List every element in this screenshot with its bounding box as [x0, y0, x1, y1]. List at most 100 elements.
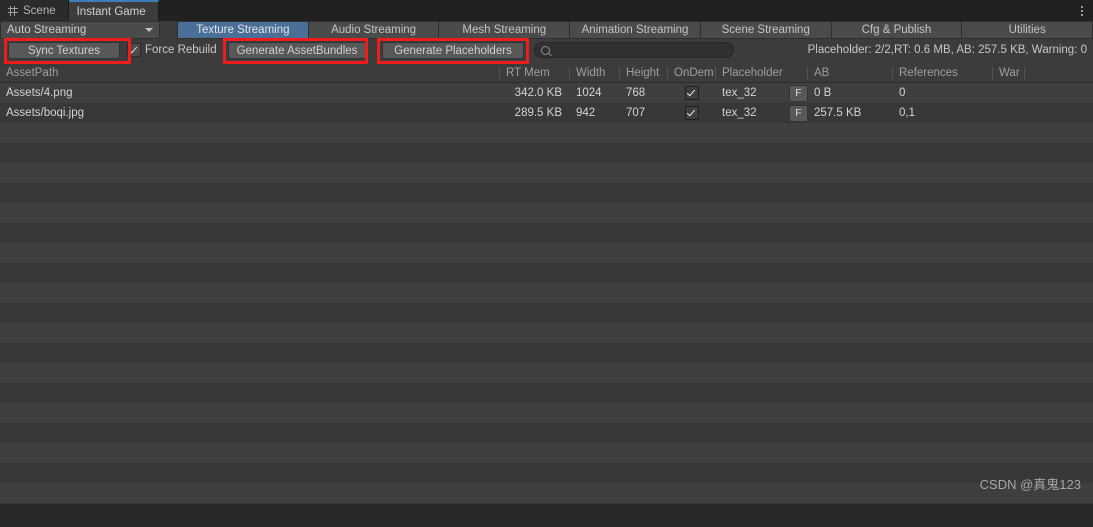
column-header-assetpath[interactable]: AssetPath — [0, 66, 500, 80]
tab-scene-streaming-label: Scene Streaming — [721, 24, 810, 36]
table-row-empty[interactable] — [0, 343, 1093, 363]
table-header-row: AssetPath RT Mem Width Height OnDem Plac… — [0, 64, 1093, 83]
toolbar-row-top: Auto Streaming Texture Streaming Audio S… — [0, 21, 1093, 39]
window-tab-instant-game-label: Instant Game — [76, 5, 146, 18]
table-row-empty[interactable] — [0, 203, 1093, 223]
watermark: CSDN @真鬼123 — [979, 477, 1081, 492]
search-icon — [541, 45, 550, 55]
column-header-height[interactable]: Height — [620, 66, 668, 80]
cell-placeholder-text: tex_32 — [722, 107, 757, 119]
unity-instant-game-window: Scene Instant Game Auto Streaming Textur… — [0, 0, 1093, 527]
auto-streaming-dropdown-value: Auto Streaming — [7, 24, 87, 36]
cell-ab: 257.5 KB — [814, 107, 862, 119]
table-row-empty[interactable] — [0, 223, 1093, 243]
column-header-warning[interactable]: War — [993, 66, 1025, 80]
cell-ab: 0 B — [814, 87, 832, 99]
ondemand-checkbox-icon[interactable] — [685, 86, 699, 100]
table-empty-rows — [0, 123, 1093, 504]
cell-width: 942 — [576, 107, 596, 119]
module-tab-strip: Texture Streaming Audio Streaming Mesh S… — [177, 21, 1093, 39]
tab-mesh-streaming-label: Mesh Streaming — [462, 24, 547, 36]
table-row-empty[interactable] — [0, 263, 1093, 283]
column-header-references[interactable]: References — [893, 66, 993, 80]
table-row-empty[interactable] — [0, 163, 1093, 183]
table-row-empty[interactable] — [0, 183, 1093, 203]
tab-cfg-and-publish[interactable]: Cfg & Publish — [831, 21, 963, 39]
table-row-empty[interactable] — [0, 243, 1093, 263]
window-tab-instant-game[interactable]: Instant Game — [68, 0, 159, 21]
column-header-ondemand[interactable]: OnDem — [668, 66, 716, 80]
table-row-empty[interactable] — [0, 123, 1093, 143]
column-header-placeholder[interactable]: Placeholder — [716, 66, 808, 80]
search-box[interactable] — [534, 42, 734, 58]
column-header-width[interactable]: Width — [570, 66, 620, 80]
sync-textures-button[interactable]: Sync Textures — [8, 42, 120, 59]
ondemand-checkbox-icon[interactable] — [685, 106, 699, 120]
window-tab-scene[interactable]: Scene — [0, 0, 69, 21]
table-row-empty[interactable] — [0, 443, 1093, 463]
table-row[interactable]: Assets/4.png 342.0 KB 1024 768 tex_32 F … — [0, 83, 1093, 103]
cell-ondemand[interactable] — [668, 83, 716, 103]
cell-placeholder: tex_32 F — [716, 83, 808, 103]
generate-assetbundles-button[interactable]: Generate AssetBundles — [228, 42, 366, 59]
tab-mesh-streaming[interactable]: Mesh Streaming — [439, 21, 571, 39]
window-tab-scene-label: Scene — [23, 4, 56, 17]
cell-assetpath: Assets/4.png — [6, 87, 73, 99]
cell-height: 768 — [626, 87, 646, 99]
placeholder-flag-button[interactable]: F — [789, 84, 808, 102]
tab-animation-streaming-label: Animation Streaming — [581, 24, 689, 36]
table-row-empty[interactable] — [0, 383, 1093, 403]
table-row-empty[interactable] — [0, 463, 1093, 483]
cell-placeholder-text: tex_32 — [722, 87, 757, 99]
cell-references: 0,1 — [899, 107, 915, 119]
tab-audio-streaming-label: Audio Streaming — [331, 24, 417, 36]
cell-ondemand[interactable] — [668, 103, 716, 123]
tab-texture-streaming[interactable]: Texture Streaming — [177, 21, 309, 39]
window-tab-bar: Scene Instant Game — [0, 0, 1093, 21]
table-row[interactable]: Assets/boqi.jpg 289.5 KB 942 707 tex_32 … — [0, 103, 1093, 123]
tab-audio-streaming[interactable]: Audio Streaming — [308, 21, 440, 39]
cell-rt-mem: 289.5 KB — [514, 107, 562, 119]
column-header-rt-mem[interactable]: RT Mem — [500, 66, 570, 80]
cell-height: 707 — [626, 107, 646, 119]
column-header-ab[interactable]: AB — [808, 66, 893, 80]
search-input[interactable] — [550, 44, 727, 56]
placeholder-flag-button[interactable]: F — [789, 104, 808, 122]
sync-textures-button-label: Sync Textures — [27, 44, 100, 57]
cell-assetpath: Assets/boqi.jpg — [6, 107, 84, 119]
table-row-empty[interactable] — [0, 423, 1093, 443]
footer-bar — [0, 504, 1093, 527]
tab-utilities-label: Utilities — [1008, 24, 1046, 36]
auto-streaming-dropdown[interactable]: Auto Streaming — [0, 21, 160, 39]
table-row-empty[interactable] — [0, 283, 1093, 303]
grid-icon — [8, 5, 18, 16]
cell-warning — [993, 83, 1025, 103]
kebab-menu-icon[interactable] — [1071, 0, 1093, 21]
table-row-empty[interactable] — [0, 403, 1093, 423]
cell-warning — [993, 103, 1025, 123]
tab-cfg-and-publish-label: Cfg & Publish — [861, 24, 932, 36]
cell-placeholder: tex_32 F — [716, 103, 808, 123]
tab-texture-streaming-label: Texture Streaming — [196, 24, 290, 36]
generate-assetbundles-button-label: Generate AssetBundles — [236, 44, 358, 57]
chevron-down-icon — [145, 28, 153, 32]
toolbar-gap — [160, 21, 177, 39]
checkmark-icon — [127, 43, 141, 57]
table-row-empty[interactable] — [0, 363, 1093, 383]
cell-width: 1024 — [576, 87, 602, 99]
force-rebuild-label: Force Rebuild — [145, 44, 217, 56]
window-tab-bar-spacer — [158, 0, 1071, 21]
status-summary: Placeholder: 2/2,RT: 0.6 MB, AB: 257.5 K… — [807, 44, 1087, 56]
asset-table: AssetPath RT Mem Width Height OnDem Plac… — [0, 64, 1093, 504]
cell-rt-mem: 342.0 KB — [514, 87, 562, 99]
table-row-empty[interactable] — [0, 303, 1093, 323]
table-row-empty[interactable] — [0, 483, 1093, 503]
cell-references: 0 — [899, 87, 906, 99]
force-rebuild-checkbox[interactable]: Force Rebuild — [127, 43, 217, 57]
tab-utilities[interactable]: Utilities — [962, 21, 1093, 39]
table-row-empty[interactable] — [0, 143, 1093, 163]
tab-scene-streaming[interactable]: Scene Streaming — [700, 21, 832, 39]
generate-placeholders-button[interactable]: Generate Placeholders — [382, 42, 524, 59]
table-row-empty[interactable] — [0, 323, 1093, 343]
tab-animation-streaming[interactable]: Animation Streaming — [570, 21, 701, 39]
